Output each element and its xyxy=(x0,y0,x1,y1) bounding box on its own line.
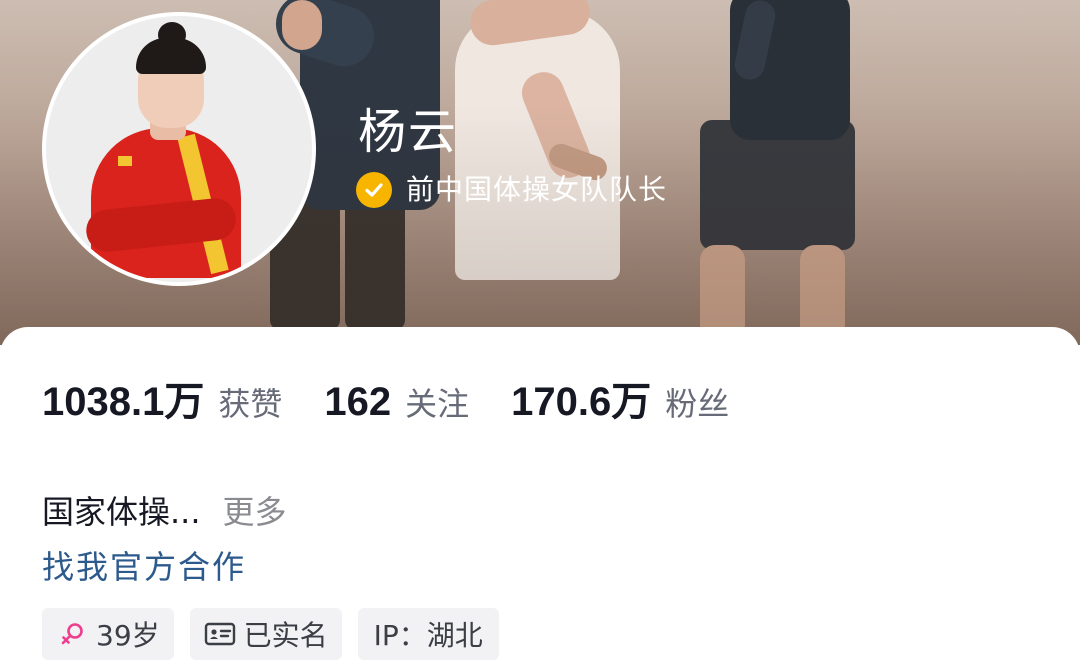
avatar-hair-bun xyxy=(158,22,186,48)
stat-following[interactable]: 162 关注 xyxy=(324,376,469,430)
verified-identity-tag: 已实名 xyxy=(189,608,342,660)
profile-tags: 39岁 已实名 IP：湖北 xyxy=(42,608,515,660)
profile-name: 杨云 xyxy=(358,104,459,160)
bio-more-button[interactable]: 更多 xyxy=(223,490,287,534)
ip-location-label: IP：湖北 xyxy=(373,619,483,652)
stat-followers-label: 粉丝 xyxy=(665,385,730,423)
profile-info-card: 1038.1万 获赞 162 关注 170.6万 粉丝 国家体操... 更多 找… xyxy=(0,327,1080,672)
bio-text: 国家体操... xyxy=(42,493,201,531)
stat-likes-value: 1038.1万 xyxy=(42,380,205,424)
bio-row: 国家体操... 更多 xyxy=(42,490,287,534)
avatar-emblem xyxy=(118,156,132,166)
stat-likes: 1038.1万 获赞 xyxy=(42,376,282,430)
stats-row: 1038.1万 获赞 162 关注 170.6万 粉丝 xyxy=(42,377,771,429)
cooperation-link[interactable]: 找我官方合作 xyxy=(42,545,246,589)
id-card-icon xyxy=(204,618,236,650)
certification-row: 前中国体操女队队长 xyxy=(356,170,667,210)
stat-followers[interactable]: 170.6万 粉丝 xyxy=(511,376,729,430)
stat-following-value: 162 xyxy=(324,380,392,424)
avatar[interactable] xyxy=(42,12,316,286)
check-circle-icon xyxy=(356,172,392,208)
verified-identity-label: 已实名 xyxy=(243,619,328,652)
stat-followers-value: 170.6万 xyxy=(511,380,652,424)
age-tag: 39岁 xyxy=(42,608,174,660)
age-tag-label: 39岁 xyxy=(96,619,160,652)
stat-following-label: 关注 xyxy=(405,385,470,423)
stat-likes-label: 获赞 xyxy=(218,385,283,423)
certification-text: 前中国体操女队队长 xyxy=(406,173,668,206)
ip-location-tag: IP：湖北 xyxy=(357,608,499,660)
female-icon xyxy=(56,618,88,650)
